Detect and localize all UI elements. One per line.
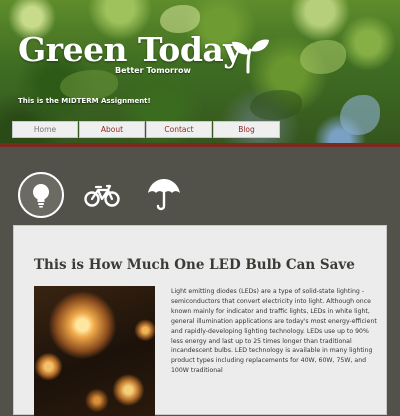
assignment-note: This is the MIDTERM Assignment! <box>18 97 151 105</box>
nav-about[interactable]: About <box>79 121 145 138</box>
nav-blog[interactable]: Blog <box>213 121 280 138</box>
header-banner: Green Today Better Tomorrow This is the … <box>0 0 400 143</box>
nav-home[interactable]: Home <box>12 121 78 138</box>
foliage-leaf <box>160 5 200 33</box>
lightbulb-tab[interactable] <box>18 172 64 218</box>
led-bulb-photo <box>34 286 155 416</box>
sprout-icon <box>232 39 269 74</box>
main-nav: Home About Contact Blog <box>0 121 400 138</box>
site-tagline: Better Tomorrow <box>115 66 191 75</box>
header-divider <box>0 143 400 147</box>
site-title: Green Today <box>18 30 242 69</box>
article-card: This is How Much One LED Bulb Can Save L… <box>13 225 387 416</box>
nav-contact[interactable]: Contact <box>146 121 212 138</box>
lightbulb-icon <box>33 184 49 208</box>
topic-icons <box>0 172 400 218</box>
foliage-leaf <box>60 70 118 100</box>
article-title: This is How Much One LED Bulb Can Save <box>34 257 355 273</box>
article-body: Light emitting diodes (LEDs) are a type … <box>171 288 377 375</box>
foliage-leaf <box>250 90 302 120</box>
foliage-leaf <box>300 40 346 74</box>
umbrella-icon[interactable] <box>146 177 182 213</box>
bicycle-icon[interactable] <box>84 182 120 208</box>
